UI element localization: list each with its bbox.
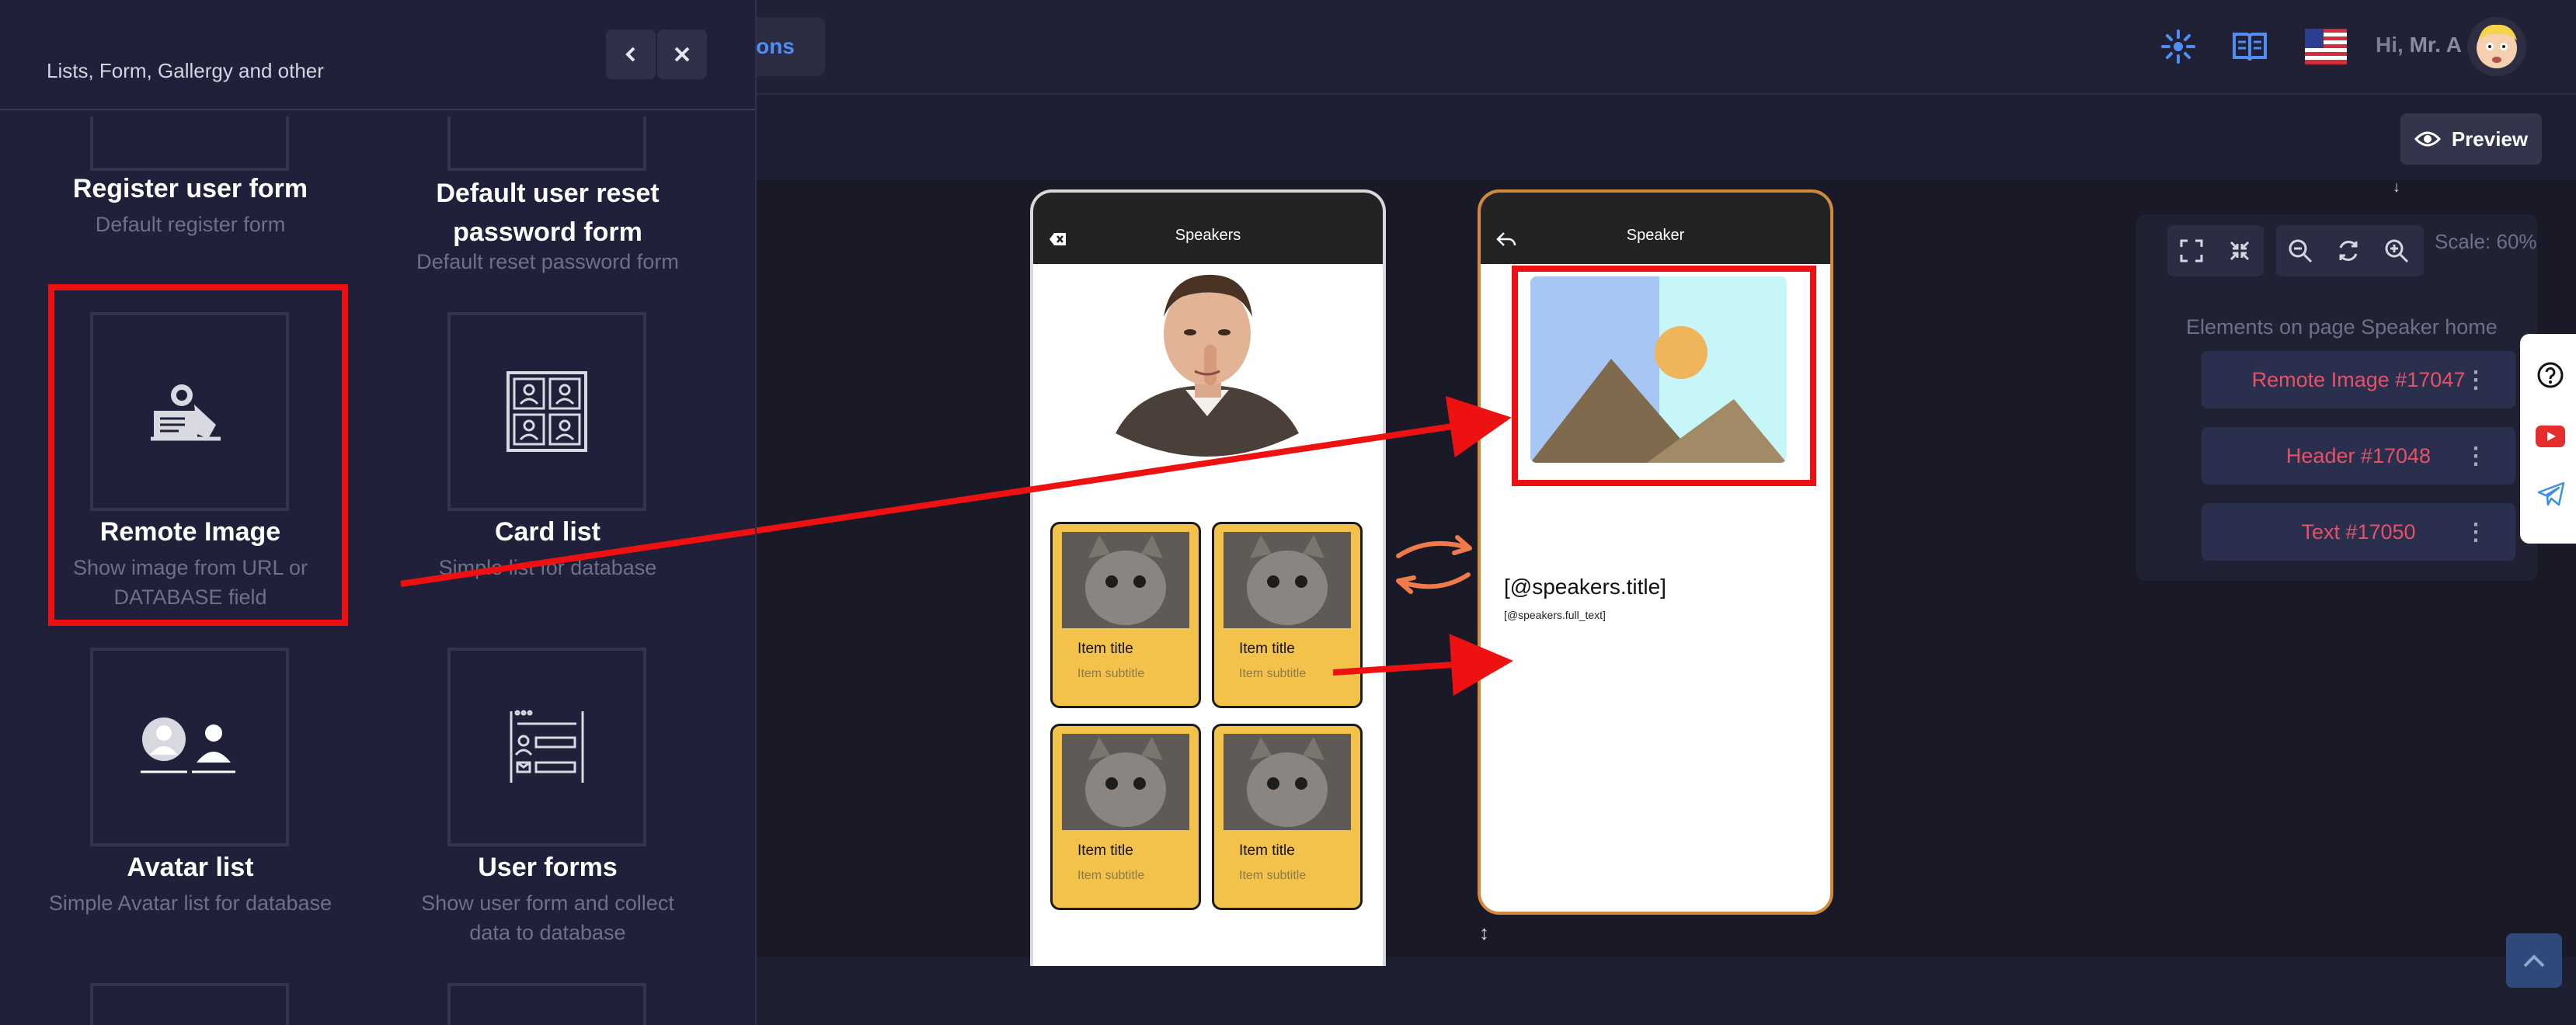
avatar-list-tile[interactable] — [90, 648, 289, 846]
close-panel-button[interactable] — [657, 30, 707, 79]
components-panel: Lists, Form, Gallergy and other Register… — [0, 0, 757, 1025]
tile-title: User forms — [478, 853, 618, 882]
help-icon[interactable] — [2537, 362, 2564, 388]
collapse-icon[interactable] — [2216, 239, 2264, 262]
more-options-icon[interactable]: ⋮ — [2464, 519, 2487, 546]
tile-desc: Show user form and collect data to datab… — [421, 891, 674, 944]
card-list-icon — [506, 371, 587, 452]
element-item[interactable]: Header #17048 ⋮ — [2202, 427, 2515, 485]
collapse-panel-button[interactable] — [606, 30, 656, 79]
element-item[interactable]: Text #17050 ⋮ — [2202, 503, 2515, 561]
tile-box-partial[interactable] — [447, 983, 646, 1025]
chevron-left-icon — [625, 47, 635, 62]
reset-password-tile-box[interactable] — [447, 116, 646, 171]
panel-header: Lists, Form, Gallergy and other — [0, 0, 755, 110]
user-forms-tile[interactable] — [447, 648, 646, 846]
register-form-tile-box[interactable] — [90, 116, 289, 171]
element-item[interactable]: Remote Image #17047 ⋮ — [2202, 351, 2515, 408]
tile-desc: Default register form — [95, 213, 286, 236]
tile-title: Card list — [494, 517, 601, 547]
elements-label: Elements on page Speaker home — [2186, 315, 2498, 339]
tile-desc: Default reset password form — [416, 250, 679, 273]
tile-title: Avatar list — [127, 853, 254, 882]
tile-title: Default user reset password form — [436, 179, 660, 247]
telegram-icon[interactable] — [2537, 481, 2565, 506]
highlight-remote-image-tile — [48, 284, 348, 626]
element-name: Remote Image #17047 — [2251, 367, 2466, 391]
page-elements-panel: Scale: 60% Elements on page Speaker home… — [2136, 214, 2537, 581]
youtube-icon[interactable] — [2536, 426, 2565, 447]
chevron-up-icon — [2523, 954, 2545, 968]
avatar-list-icon — [141, 718, 235, 773]
user-form-icon — [510, 710, 584, 783]
close-icon — [674, 47, 690, 62]
element-name: Text #17050 — [2301, 519, 2416, 544]
fullscreen-icon[interactable] — [2167, 239, 2216, 262]
zoom-in-icon[interactable] — [2372, 238, 2421, 263]
more-options-icon[interactable]: ⋮ — [2464, 367, 2487, 394]
tile-box-partial[interactable] — [90, 983, 289, 1025]
more-options-icon[interactable]: ⋮ — [2464, 443, 2487, 470]
tile-desc: Simple Avatar list for database — [48, 891, 332, 915]
view-toggle-group — [2167, 225, 2264, 276]
reset-zoom-icon[interactable] — [2324, 238, 2372, 263]
element-name: Header #17048 — [2285, 443, 2432, 467]
scale-label: Scale: 60% — [2435, 230, 2537, 253]
tile-desc: Simple list for database — [438, 556, 657, 579]
zoom-group — [2276, 225, 2424, 276]
card-list-tile[interactable] — [447, 312, 646, 511]
side-dock — [2520, 334, 2576, 544]
tile-title: Register user form — [72, 174, 308, 203]
swap-arrows-icon — [1396, 535, 1472, 594]
zoom-out-icon[interactable] — [2276, 238, 2324, 263]
scroll-top-button[interactable] — [2506, 933, 2562, 988]
panel-subtitle: Lists, Form, Gallergy and other — [47, 59, 324, 82]
